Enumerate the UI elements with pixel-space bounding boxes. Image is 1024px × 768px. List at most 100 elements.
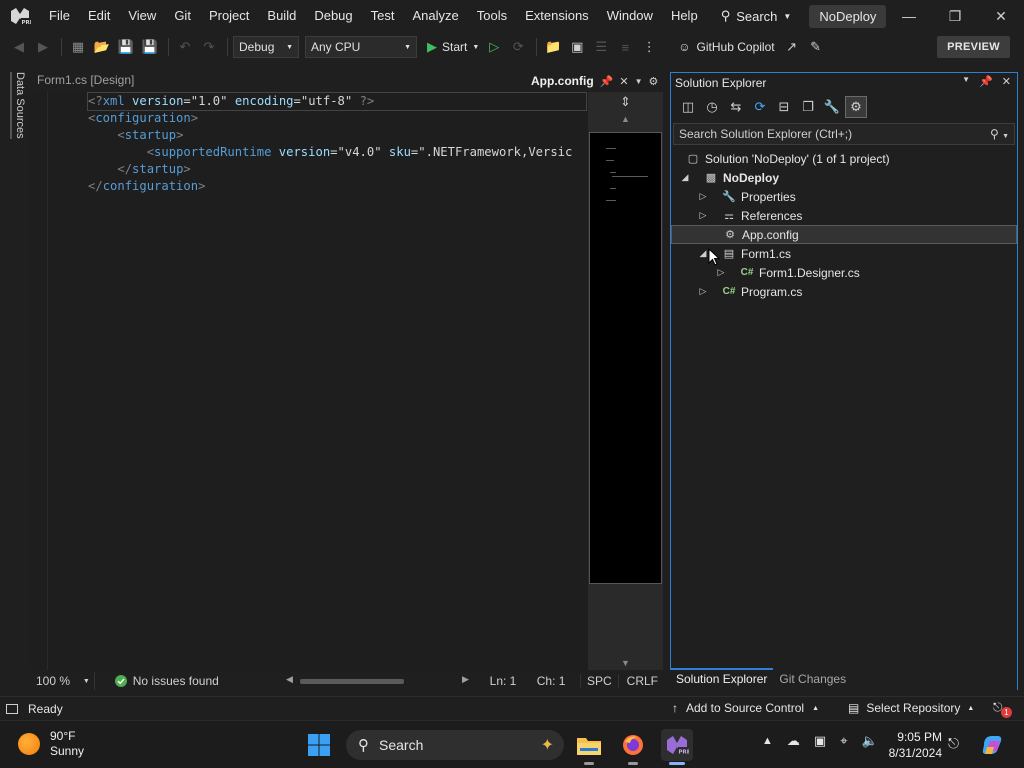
tree-item-solution-nodeploy-1-of-1-project[interactable]: ▢ Solution 'NoDeploy' (1 of 1 project)	[671, 149, 1017, 168]
menu-help[interactable]: Help	[662, 0, 707, 32]
taskbar-search-box[interactable]: ⚲ Search ✦	[346, 730, 564, 760]
sync-with-active-document-icon[interactable]: ⇆	[725, 96, 747, 118]
github-copilot-button[interactable]: ☺ GitHub Copilot	[678, 40, 774, 54]
layout-icon[interactable]: ▣	[566, 36, 588, 58]
start-without-debugging-icon[interactable]: ▷	[483, 36, 505, 58]
scroll-down-arrow-icon[interactable]: ▼	[588, 658, 663, 668]
volume-icon[interactable]: 🔈	[862, 733, 878, 749]
solution-name-badge[interactable]: NoDeploy	[809, 4, 887, 28]
data-sources-tab[interactable]: Data Sources	[10, 72, 26, 139]
pending-changes-filter-icon[interactable]: ◷	[701, 96, 723, 118]
tree-item-form1-designer-cs[interactable]: ▷ C# Form1.Designer.cs	[671, 263, 1017, 282]
clock[interactable]: 9:05 PM 8/31/2024	[880, 729, 942, 761]
save-all-icon[interactable]: 💾	[139, 36, 161, 58]
code-line[interactable]: </configuration>	[88, 178, 586, 195]
vertical-scrollbar-minimap[interactable]: ⇕ ▲ ▼	[588, 92, 663, 670]
restore-button[interactable]: ❐	[932, 0, 978, 32]
open-folder-icon[interactable]: 📂	[91, 36, 113, 58]
share-icon[interactable]: ↗	[781, 36, 803, 58]
code-line[interactable]: <supportedRuntime version="v4.0" sku=".N…	[88, 144, 586, 161]
more-tools-icon[interactable]: ⋮	[638, 36, 660, 58]
solution-configuration-dropdown[interactable]: Debug ▼	[233, 36, 299, 58]
windows-start-icon[interactable]	[307, 733, 331, 757]
menu-file[interactable]: File	[40, 0, 79, 32]
network-icon[interactable]: ⌖	[840, 733, 847, 749]
menu-build[interactable]: Build	[258, 0, 305, 32]
search-menu[interactable]: ⚲ Search ▼	[711, 0, 802, 32]
solution-platform-dropdown[interactable]: Any CPU ▼	[305, 36, 417, 58]
code-line[interactable]: <?xml version="1.0" encoding="utf-8" ?>	[87, 92, 587, 111]
refresh-icon[interactable]: ⟳	[749, 96, 771, 118]
tab-app-config[interactable]: App.config 📌 ✕ ▼ ⚙	[525, 70, 664, 92]
tab-git-changes[interactable]: Git Changes	[773, 672, 852, 686]
scroll-up-arrow-icon[interactable]: ▲	[588, 114, 663, 124]
tab-form1-design[interactable]: Form1.cs [Design]	[37, 73, 134, 87]
horizontal-scroll-thumb[interactable]	[299, 679, 404, 684]
split-window-icon[interactable]: ⇕	[588, 92, 663, 112]
zoom-dropdown[interactable]: 100 % ▼	[32, 672, 95, 690]
show-all-files-icon[interactable]: ❐	[797, 96, 819, 118]
notification-bell-icon[interactable]: ⎋	[948, 735, 959, 752]
close-window-button[interactable]: ✕	[978, 0, 1024, 32]
search-icon[interactable]: ⚲ ▼	[990, 127, 1009, 141]
collapsed-arrow-icon[interactable]: ▷	[697, 210, 709, 221]
redo-icon[interactable]: ↷	[198, 36, 220, 58]
tree-item-references[interactable]: ▷ ⚎ References	[671, 206, 1017, 225]
tree-item-nodeploy[interactable]: ◢ ▩ NoDeploy	[671, 168, 1017, 187]
tree-item-form1-cs[interactable]: ◢ ▤ Form1.cs	[671, 244, 1017, 263]
hot-reload-icon[interactable]: ⟳	[507, 36, 529, 58]
ready-indicator[interactable]: Ready	[0, 702, 63, 716]
back-icon[interactable]: ◀	[8, 36, 30, 58]
tree-item-properties[interactable]: ▷ 🔧 Properties	[671, 187, 1017, 206]
settings-gear-icon[interactable]: ⚙	[649, 75, 659, 88]
solution-explorer-search-input[interactable]: Search Solution Explorer (Ctrl+;) ⚲ ▼	[673, 123, 1015, 145]
display-icon[interactable]: ▣	[814, 733, 826, 749]
align-icon[interactable]: ☰	[590, 36, 612, 58]
menu-project[interactable]: Project	[200, 0, 258, 32]
tab-list-dropdown-icon[interactable]: ▼	[635, 77, 643, 86]
collapsed-arrow-icon[interactable]: ▷	[697, 286, 709, 297]
start-debugging-button[interactable]: ▶ Start ▼	[423, 39, 483, 55]
scroll-left-arrow-icon[interactable]: ◀	[286, 674, 293, 685]
visual-studio-taskbar-icon[interactable]: PRE	[661, 729, 693, 765]
file-explorer-taskbar-icon[interactable]	[573, 729, 605, 765]
column-indicator[interactable]: Ch: 1	[537, 674, 570, 688]
add-to-source-control-button[interactable]: ↑ Add to Source Control ▲	[672, 701, 819, 715]
collapsed-arrow-icon[interactable]: ▷	[715, 267, 727, 278]
minimize-button[interactable]: —	[886, 0, 932, 32]
horizontal-scrollbar[interactable]: ◀ ▶	[286, 674, 472, 687]
code-line[interactable]: </startup>	[88, 161, 586, 178]
select-repository-button[interactable]: ▤ Select Repository ▲	[848, 701, 974, 715]
save-icon[interactable]: 💾	[115, 36, 137, 58]
pin-icon[interactable]: 📌	[979, 75, 993, 88]
collapsed-arrow-icon[interactable]: ▷	[697, 191, 709, 202]
pin-icon[interactable]: 📌	[600, 75, 614, 88]
menu-test[interactable]: Test	[362, 0, 404, 32]
menu-git[interactable]: Git	[165, 0, 200, 32]
issues-indicator[interactable]: No issues found	[114, 674, 276, 688]
expanded-arrow-icon[interactable]: ◢	[679, 172, 691, 183]
code-line[interactable]: <startup>	[88, 127, 586, 144]
forward-icon[interactable]: ▶	[32, 36, 54, 58]
solution-explorer-folder-icon[interactable]: 📁	[542, 36, 564, 58]
preview-badge-button[interactable]: PREVIEW	[937, 36, 1010, 58]
notifications-button[interactable]: ⎋ 1	[993, 700, 1012, 718]
menu-extensions[interactable]: Extensions	[516, 0, 598, 32]
copilot-taskbar-icon[interactable]	[980, 733, 1004, 757]
show-hidden-icons-chevron-icon[interactable]: ▲	[762, 735, 773, 747]
line-endings-indicator[interactable]: CRLF	[617, 674, 666, 688]
line-number-indicator[interactable]: Ln: 1	[490, 674, 529, 688]
menu-window[interactable]: Window	[598, 0, 662, 32]
new-project-icon[interactable]: ▦	[67, 36, 89, 58]
weather-widget[interactable]: 90°F Sunny	[18, 729, 84, 759]
onedrive-cloud-icon[interactable]: ☁	[787, 733, 800, 749]
preview-selected-items-icon[interactable]: ⚙	[845, 96, 867, 118]
collapse-all-icon[interactable]: ⊟	[773, 96, 795, 118]
code-line[interactable]: <configuration>	[88, 110, 586, 127]
feedback-icon[interactable]: ✎	[805, 36, 827, 58]
menu-debug[interactable]: Debug	[305, 0, 361, 32]
firefox-taskbar-icon[interactable]	[617, 729, 649, 765]
scroll-right-arrow-icon[interactable]: ▶	[462, 674, 469, 685]
close-panel-icon[interactable]: ✕	[1002, 75, 1011, 88]
tree-item-program-cs[interactable]: ▷ C# Program.cs	[671, 282, 1017, 301]
